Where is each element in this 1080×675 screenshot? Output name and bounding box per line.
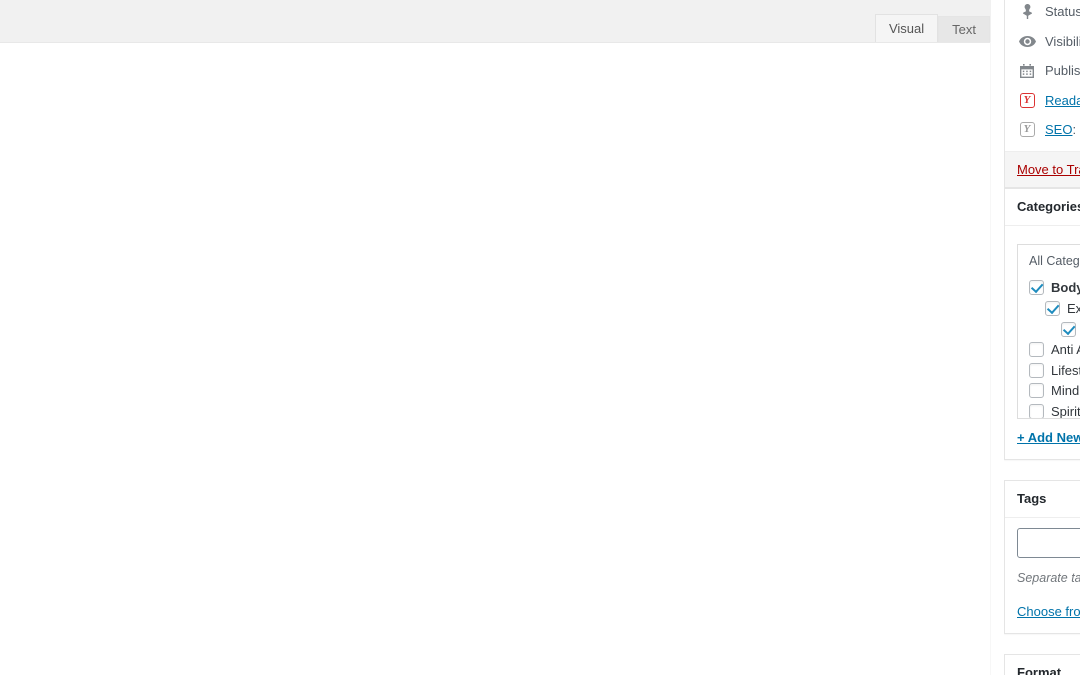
checkbox-icon[interactable] — [1045, 301, 1060, 317]
editor-column: Visual Text — [0, 0, 991, 675]
editor-content-area[interactable] — [0, 43, 990, 675]
publish-row-published: Published — [1005, 56, 1080, 86]
pin-icon — [1017, 3, 1037, 21]
wordpress-post-editor-screen: Visual Text Status: Pu — [0, 0, 1080, 675]
publish-metabox: Status: Pu Visibility: — [1004, 0, 1080, 188]
editor-body — [0, 42, 991, 675]
yoast-icon-red: Y — [1017, 91, 1037, 109]
publish-rows: Status: Pu Visibility: — [1005, 0, 1080, 151]
publish-row-visibility: Visibility: — [1005, 27, 1080, 57]
category-label: Spirit — [1051, 403, 1080, 419]
checkbox-icon[interactable] — [1029, 404, 1044, 418]
editor-mode-tabs: Visual Text — [874, 12, 990, 42]
readability-link[interactable]: Readabili — [1045, 91, 1080, 111]
tab-text[interactable]: Text — [938, 16, 990, 42]
tab-visual[interactable]: Visual — [874, 14, 939, 42]
categories-title: Categories — [1005, 189, 1080, 226]
category-label: Body — [1051, 280, 1080, 296]
publish-footer: Move to Trash — [1005, 150, 1080, 187]
publish-row-seo: Y SEO: Not — [1005, 115, 1080, 145]
category-item-spirit[interactable]: Spirit — [1024, 401, 1080, 418]
editor-right-divider — [990, 42, 991, 675]
categories-metabox: Categories All Categorie Body Exer t — [1004, 187, 1080, 460]
publish-status-label: Status: — [1045, 4, 1080, 19]
category-label: Mind — [1051, 383, 1080, 399]
category-item-mind[interactable]: Mind — [1024, 381, 1080, 402]
publish-visibility-label: Visibility: — [1045, 33, 1080, 49]
publish-row-readability: Y Readabili — [1005, 86, 1080, 116]
category-item-sub[interactable]: t — [1024, 319, 1080, 340]
checkbox-icon[interactable] — [1061, 321, 1076, 337]
checkbox-icon[interactable] — [1029, 383, 1044, 399]
category-item-exercise[interactable]: Exer — [1024, 298, 1080, 319]
seo-link[interactable]: SEO — [1045, 120, 1072, 140]
yoast-icon-grey: Y — [1017, 121, 1037, 139]
seo-separator: : — [1072, 122, 1080, 137]
tags-input[interactable] — [1017, 527, 1080, 558]
tab-all-categories[interactable]: All Categorie — [1024, 253, 1080, 278]
category-item-body[interactable]: Body — [1024, 278, 1080, 299]
calendar-icon — [1017, 62, 1037, 80]
tags-inner: Separate tags Choose from — [1005, 518, 1080, 633]
checkbox-icon[interactable] — [1029, 362, 1044, 378]
choose-from-most-used-link[interactable]: Choose from — [1017, 604, 1080, 619]
move-to-trash-button[interactable]: Move to Trash — [1017, 162, 1080, 177]
publish-published-label: Published — [1045, 63, 1080, 78]
tags-help-text: Separate tags — [1017, 570, 1080, 585]
category-label: Exer — [1067, 300, 1080, 316]
tags-metabox: Tags Separate tags Choose from — [1004, 479, 1080, 634]
publish-row-status: Status: Pu — [1005, 0, 1080, 27]
add-new-category-link[interactable]: + Add New C — [1017, 430, 1080, 445]
tags-title: Tags — [1005, 481, 1080, 518]
categories-inner: All Categorie Body Exer t — [1005, 226, 1080, 459]
checkbox-icon[interactable] — [1029, 342, 1044, 358]
editor-toolbar-bar: Visual Text — [0, 0, 991, 42]
post-sidebar: Status: Pu Visibility: — [1004, 0, 1080, 675]
category-label: Anti Ag — [1051, 341, 1080, 357]
eye-icon — [1017, 32, 1037, 50]
category-item-lifestyle[interactable]: Lifestyl — [1024, 360, 1080, 381]
format-metabox: Format — [1004, 653, 1080, 675]
checkbox-icon[interactable] — [1029, 280, 1044, 296]
category-label: Lifestyl — [1051, 362, 1080, 378]
category-item-anti-aging[interactable]: Anti Ag — [1024, 339, 1080, 360]
categories-list-panel[interactable]: All Categorie Body Exer t — [1017, 243, 1080, 419]
format-title: Format — [1005, 655, 1080, 675]
